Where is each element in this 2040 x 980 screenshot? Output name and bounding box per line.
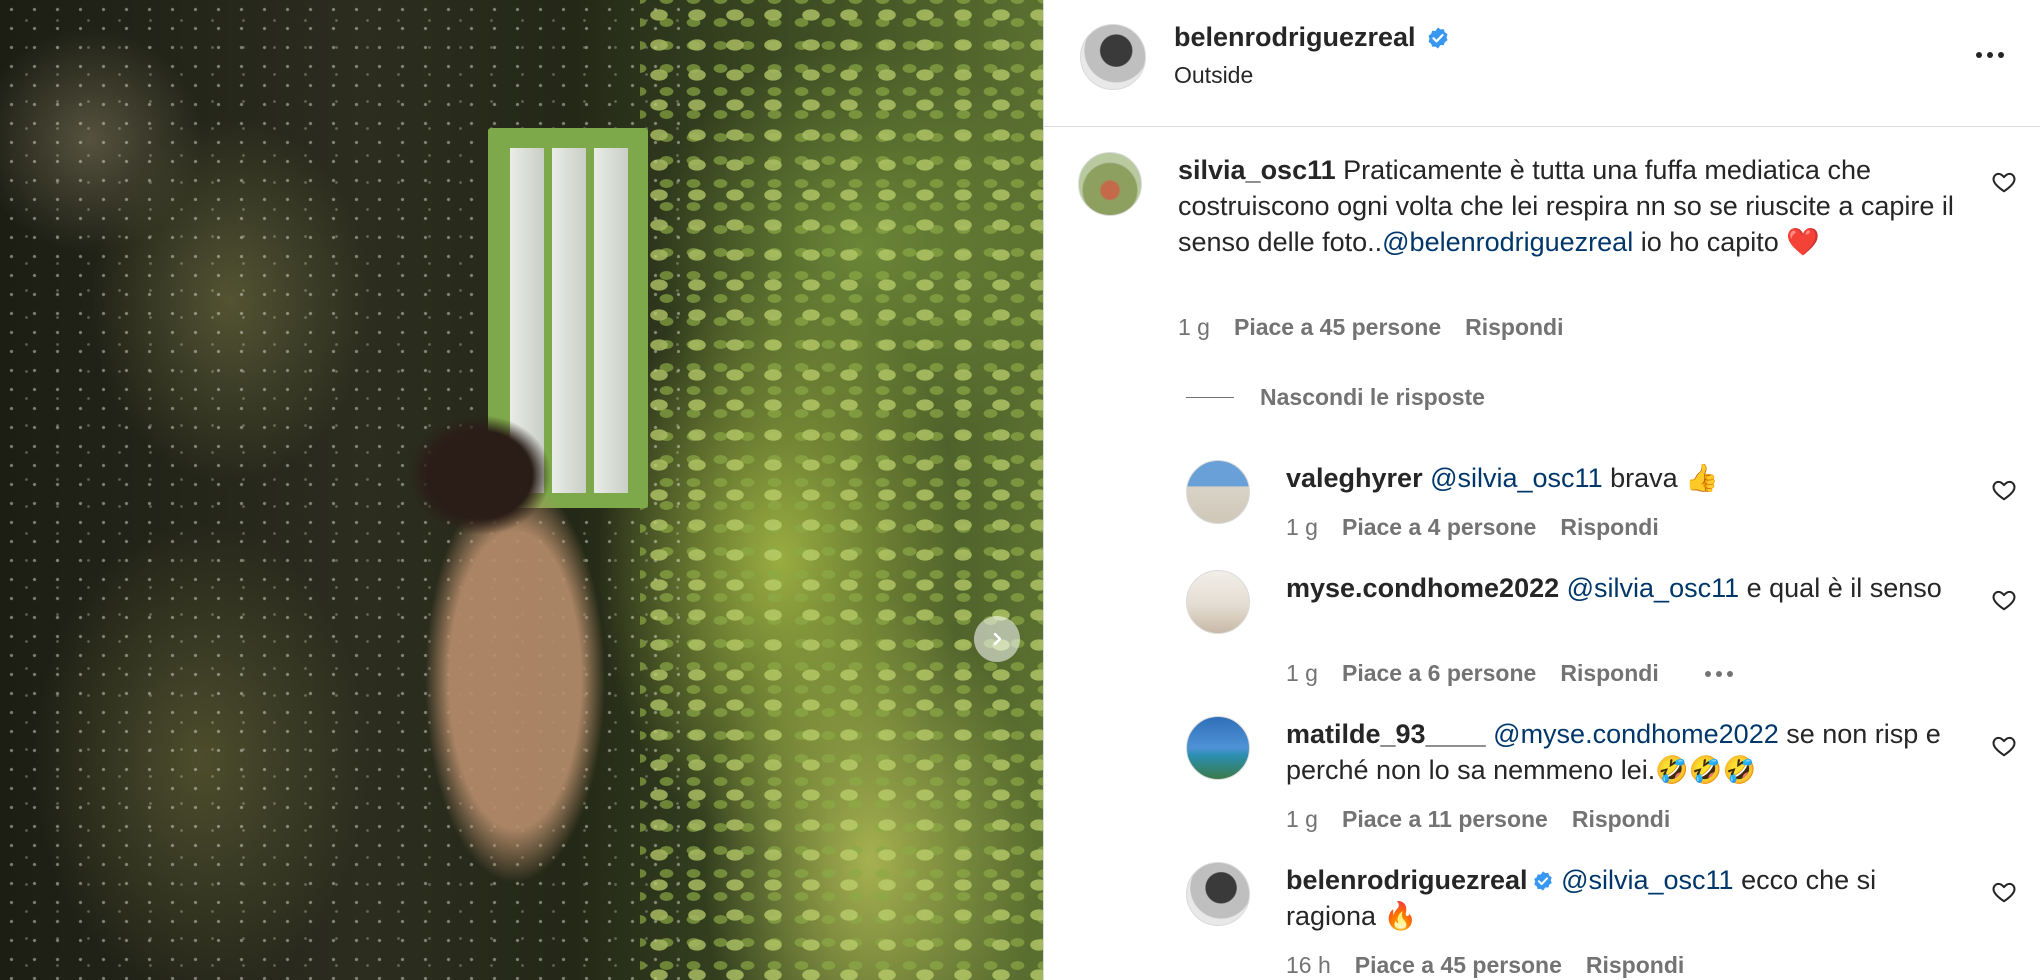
reply-button[interactable]: Rispondi bbox=[1586, 952, 1684, 979]
heart-outline-icon[interactable] bbox=[1991, 587, 2017, 613]
reply-item: valeghyrer @silvia_osc11 brava 👍 bbox=[1286, 460, 1956, 496]
reply-likes[interactable]: Piace a 4 persone bbox=[1342, 514, 1536, 541]
reply-mention[interactable]: @silvia_osc11 bbox=[1430, 463, 1602, 493]
comment-username[interactable]: silvia_osc11 bbox=[1178, 155, 1336, 185]
more-icon-dot bbox=[1704, 670, 1711, 677]
reply-mention[interactable]: @myse.condhome2022 bbox=[1493, 719, 1779, 749]
reply-text: matilde_93____ @myse.condhome2022 se non… bbox=[1286, 716, 1956, 788]
comment-mention[interactable]: @belenrodriguezreal bbox=[1382, 227, 1633, 257]
reply-button[interactable]: Rispondi bbox=[1572, 806, 1670, 833]
reply-text: valeghyrer @silvia_osc11 brava 👍 bbox=[1286, 460, 1956, 496]
reply-username[interactable]: valeghyrer bbox=[1286, 463, 1423, 493]
more-options-icon-dot bbox=[1987, 52, 1993, 58]
reply-time[interactable]: 1 g bbox=[1286, 514, 1318, 541]
reply-meta: 1 g Piace a 6 persone Rispondi bbox=[1286, 660, 1733, 687]
reply-item: matilde_93____ @myse.condhome2022 se non… bbox=[1286, 716, 1956, 788]
more-options-button[interactable] bbox=[1976, 52, 2004, 58]
comment-item: silvia_osc11 Praticamente è tutta una fu… bbox=[1178, 152, 1958, 260]
comment-body-end: io ho capito ❤️ bbox=[1633, 227, 1820, 257]
heart-outline-icon[interactable] bbox=[1991, 733, 2017, 759]
more-options-icon bbox=[1976, 52, 1982, 58]
verified-badge-icon bbox=[1428, 27, 1448, 48]
comment-meta: 1 g Piace a 45 persone Rispondi bbox=[1178, 314, 1564, 341]
reply-button[interactable]: Rispondi bbox=[1560, 660, 1658, 687]
post-header: belenrodriguezreal Outside bbox=[1044, 0, 2040, 127]
reply-avatar[interactable] bbox=[1186, 460, 1250, 524]
reply-item: belenrodriguezreal @silvia_osc11 ecco ch… bbox=[1286, 862, 1956, 934]
reply-text: belenrodriguezreal @silvia_osc11 ecco ch… bbox=[1286, 862, 1956, 934]
reply-time[interactable]: 1 g bbox=[1286, 806, 1318, 833]
reply-meta: 1 g Piace a 11 persone Rispondi bbox=[1286, 806, 1670, 833]
reply-meta: 1 g Piace a 4 persone Rispondi bbox=[1286, 514, 1659, 541]
hide-replies-button[interactable]: Nascondi le risposte bbox=[1186, 384, 1485, 411]
reply-item: myse.condhome2022 @silvia_osc11 e qual è… bbox=[1286, 570, 1956, 606]
photo-subject-hair bbox=[380, 390, 580, 560]
more-icon-dot bbox=[1726, 670, 1733, 677]
reply-likes[interactable]: Piace a 45 persone bbox=[1355, 952, 1562, 979]
reply-button[interactable]: Rispondi bbox=[1465, 314, 1563, 341]
heart-outline-icon[interactable] bbox=[1991, 477, 2017, 503]
toggle-line bbox=[1186, 397, 1234, 398]
reply-meta: 16 h Piace a 45 persone Rispondi bbox=[1286, 952, 1684, 979]
verified-badge-icon bbox=[1533, 871, 1552, 891]
reply-username[interactable]: matilde_93____ bbox=[1286, 719, 1486, 749]
post-image[interactable] bbox=[0, 0, 1043, 980]
avatar[interactable] bbox=[1080, 24, 1146, 90]
reply-button[interactable]: Rispondi bbox=[1560, 514, 1658, 541]
heart-outline-icon[interactable] bbox=[1991, 169, 2017, 195]
reply-time[interactable]: 16 h bbox=[1286, 952, 1331, 979]
reply-avatar[interactable] bbox=[1186, 716, 1250, 780]
post-location[interactable]: Outside bbox=[1174, 62, 1253, 89]
comment-likes[interactable]: Piace a 45 persone bbox=[1234, 314, 1441, 341]
comment-avatar[interactable] bbox=[1078, 152, 1142, 216]
post-username[interactable]: belenrodriguezreal bbox=[1174, 22, 1416, 53]
reply-username[interactable]: myse.condhome2022 bbox=[1286, 573, 1559, 603]
reply-body: brava 👍 bbox=[1602, 463, 1719, 493]
chevron-right-icon bbox=[993, 632, 1002, 646]
carousel-next-button[interactable] bbox=[974, 616, 1020, 662]
reply-avatar[interactable] bbox=[1186, 570, 1250, 634]
reply-time[interactable]: 1 g bbox=[1286, 660, 1318, 687]
hide-replies-label: Nascondi le risposte bbox=[1260, 384, 1485, 410]
reply-mention[interactable]: @silvia_osc11 bbox=[1567, 573, 1739, 603]
panel-divider bbox=[1043, 0, 1044, 980]
reply-text: myse.condhome2022 @silvia_osc11 e qual è… bbox=[1286, 570, 1956, 606]
reply-mention[interactable]: @silvia_osc11 bbox=[1561, 865, 1733, 895]
heart-outline-icon[interactable] bbox=[1991, 879, 2017, 905]
reply-likes[interactable]: Piace a 11 persone bbox=[1342, 806, 1548, 833]
reply-avatar[interactable] bbox=[1186, 862, 1250, 926]
reply-more-button[interactable] bbox=[1704, 660, 1733, 687]
comment-text: silvia_osc11 Praticamente è tutta una fu… bbox=[1178, 152, 1958, 260]
more-icon-dot bbox=[1715, 670, 1722, 677]
more-options-icon-dot bbox=[1998, 52, 2004, 58]
reply-body: e qual è il senso bbox=[1739, 573, 1942, 603]
reply-username[interactable]: belenrodriguezreal bbox=[1286, 865, 1528, 895]
reply-likes[interactable]: Piace a 6 persone bbox=[1342, 660, 1536, 687]
comment-time[interactable]: 1 g bbox=[1178, 314, 1210, 341]
ivy-texture bbox=[640, 0, 1043, 980]
